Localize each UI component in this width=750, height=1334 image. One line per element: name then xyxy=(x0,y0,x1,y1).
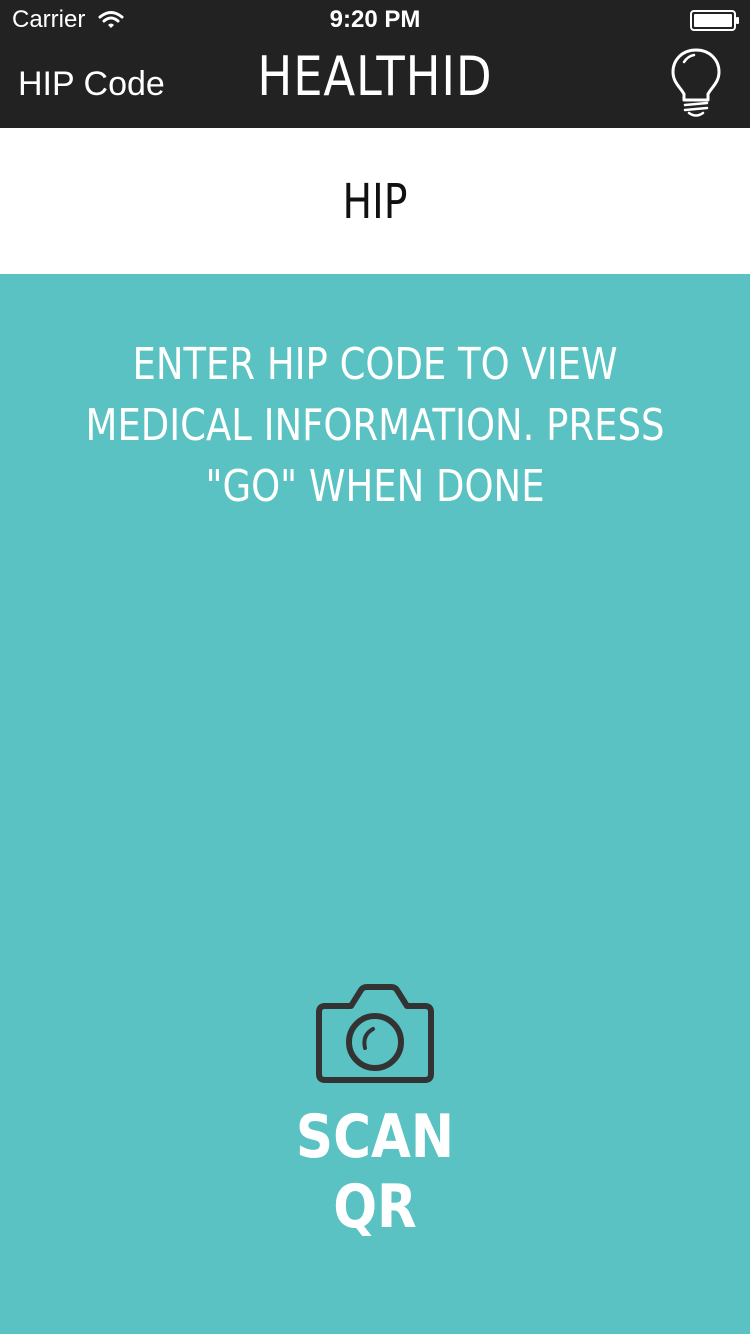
section-header: HIP xyxy=(0,128,750,274)
main-content: ENTER HIP CODE TO VIEW MEDICAL INFORMATI… xyxy=(0,274,750,1334)
scan-qr-label: SCAN QR xyxy=(295,1102,455,1242)
status-bar: Carrier 9:20 PM xyxy=(0,0,750,40)
lightbulb-icon[interactable] xyxy=(666,46,726,118)
section-title: HIP xyxy=(342,174,408,230)
app-title: HEALTHID xyxy=(257,45,493,108)
hip-code-input[interactable] xyxy=(60,574,690,694)
camera-icon xyxy=(316,984,434,1083)
navigation-bar: HIP Code HEALTHID xyxy=(0,40,750,128)
battery-icon xyxy=(690,10,739,31)
instructions-text: ENTER HIP CODE TO VIEW MEDICAL INFORMATI… xyxy=(85,339,665,512)
scan-qr-button[interactable]: SCAN QR xyxy=(225,974,525,1242)
status-time: 9:20 PM xyxy=(329,6,421,33)
